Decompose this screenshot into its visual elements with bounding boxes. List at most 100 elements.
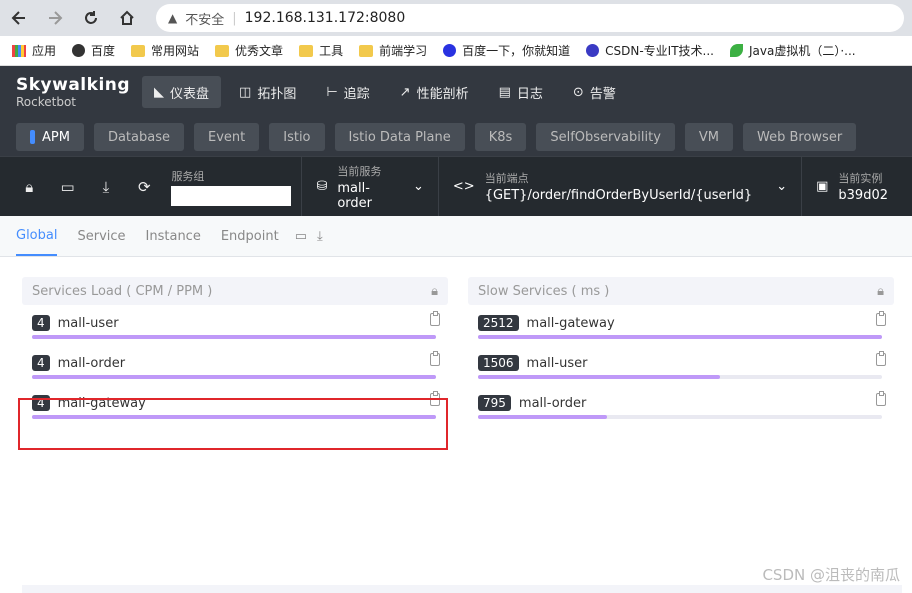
value-badge: 1506 xyxy=(478,355,519,371)
bookmark-java[interactable]: Java虚拟机（二）·... xyxy=(729,42,856,59)
url-text[interactable]: 192.168.131.172:8080 xyxy=(245,10,406,26)
address-bar[interactable]: ▲ 不安全 | 192.168.131.172:8080 xyxy=(156,4,904,32)
instance-value: b39d02 xyxy=(838,188,888,203)
clipboard-icon[interactable] xyxy=(430,311,440,326)
home-icon[interactable] xyxy=(116,7,138,29)
group-input[interactable] xyxy=(171,185,292,206)
layer-event[interactable]: Event xyxy=(193,123,260,151)
bookmark-baidu-search[interactable]: 百度一下，你就知道 xyxy=(443,42,570,59)
back-arrow-icon[interactable] xyxy=(8,7,30,29)
bar-fill xyxy=(32,375,436,379)
dashboard-content: Services Load ( CPM / PPM ) 🔒︎ 4 mall-use… xyxy=(0,257,912,425)
layer-istio-data-plane[interactable]: Istio Data Plane xyxy=(334,123,465,151)
clipboard-icon[interactable] xyxy=(430,391,440,406)
nav-label: 仪表盘 xyxy=(170,86,210,102)
bookmark-csdn[interactable]: CSDN-专业IT技术... xyxy=(586,42,714,59)
insecure-label: 不安全 xyxy=(185,12,225,28)
bar-fill xyxy=(32,415,436,419)
bookmark-folder-articles[interactable]: 优秀文章 xyxy=(215,42,283,59)
bookmark-folder-frontend[interactable]: 前端学习 xyxy=(359,42,427,59)
value-badge: 4 xyxy=(32,355,50,371)
bookmark-label: 百度一下，你就知道 xyxy=(462,44,571,58)
list-item[interactable]: 795 mall-order xyxy=(468,385,894,425)
service-name: mall-gateway xyxy=(57,395,146,411)
instance-selector[interactable]: ▣ 当前实例 b39d02 xyxy=(801,157,902,216)
clipboard-icon[interactable] xyxy=(876,311,886,326)
bookmark-label: CSDN-专业IT技术... xyxy=(605,44,714,58)
lock-icon[interactable]: 🔒︎ xyxy=(10,165,48,209)
layer-k8s[interactable]: K8s xyxy=(474,123,527,151)
service-name: mall-order xyxy=(518,395,587,411)
nav-dashboard[interactable]: ◣ 仪表盘 xyxy=(142,76,222,108)
nav-profile[interactable]: ↗ 性能剖析 xyxy=(388,76,481,108)
panel-header: Services Load ( CPM / PPM ) 🔒︎ xyxy=(22,277,448,305)
lock-icon[interactable]: 🔒︎ xyxy=(877,284,884,299)
folder-open-icon[interactable]: ▭ xyxy=(48,165,86,209)
code-icon: <> xyxy=(452,179,475,194)
bar-track xyxy=(478,375,882,379)
panel-title: Services Load ( CPM / PPM ) xyxy=(32,283,213,299)
tab-global[interactable]: Global xyxy=(16,216,58,256)
tab-service[interactable]: Service xyxy=(77,216,125,256)
service-value: mall-order xyxy=(337,180,373,211)
lock-icon[interactable]: 🔒︎ xyxy=(431,284,438,299)
refresh-icon[interactable]: ⟳ xyxy=(125,165,163,209)
bookmark-label: 常用网站 xyxy=(151,44,200,58)
main-nav: ◣ 仪表盘 ◫ 拓扑图 ⊢ 追踪 ↗ 性能剖析 ▤ 日志 ⊙ 告警 xyxy=(142,76,628,108)
clipboard-icon[interactable] xyxy=(876,351,886,366)
tab-instance[interactable]: Instance xyxy=(146,216,201,256)
layer-apm[interactable]: APM xyxy=(16,123,84,151)
nav-label: 性能剖析 xyxy=(416,86,469,102)
layer-label: Istio Data Plane xyxy=(348,129,451,145)
layer-self-observability[interactable]: SelfObservability xyxy=(536,123,675,151)
folder-icon[interactable]: ▭ xyxy=(295,229,307,244)
nav-alarm[interactable]: ⊙ 告警 xyxy=(561,76,628,108)
list-item[interactable]: 2512 mall-gateway xyxy=(468,305,894,345)
bookmark-apps[interactable]: 应用 xyxy=(12,42,56,59)
app-header: Skywalking Rocketbot ◣ 仪表盘 ◫ 拓扑图 ⊢ 追踪 ↗ 性能剖析… xyxy=(0,66,912,118)
folder-icon xyxy=(299,44,314,57)
list-item[interactable]: 4 mall-gateway xyxy=(22,385,448,425)
bookmark-folder-common[interactable]: 常用网站 xyxy=(131,42,199,59)
reload-icon[interactable] xyxy=(80,7,102,29)
download-icon[interactable]: ⤓ xyxy=(87,165,125,209)
layer-web-browser[interactable]: Web Browser xyxy=(743,123,857,151)
bar-track xyxy=(32,375,436,379)
skywalking-logo[interactable]: Skywalking Rocketbot xyxy=(16,76,136,108)
list-item[interactable]: 4 mall-order xyxy=(22,345,448,385)
nav-topology[interactable]: ◫ 拓扑图 xyxy=(227,76,308,108)
service-selector[interactable]: ⛁ 当前服务 mall-order ⌄ xyxy=(301,157,437,216)
group-selector: 服务组 xyxy=(163,168,301,206)
tab-endpoint[interactable]: Endpoint xyxy=(221,216,279,256)
forward-arrow-icon[interactable] xyxy=(44,7,66,29)
log-icon: ▤ xyxy=(498,84,511,100)
nav-log[interactable]: ▤ 日志 xyxy=(487,76,555,108)
panel-title: Slow Services ( ms ) xyxy=(478,283,610,299)
bookmark-baidu[interactable]: 百度 xyxy=(72,42,115,59)
layer-istio[interactable]: Istio xyxy=(269,123,325,151)
value-badge: 2512 xyxy=(478,315,519,331)
alarm-icon: ⊙ xyxy=(572,84,584,100)
folder-icon xyxy=(131,44,146,57)
clipboard-icon[interactable] xyxy=(876,391,886,406)
endpoint-selector[interactable]: <> 当前端点 {GET}/order/findOrderByUserId/{u… xyxy=(437,157,801,216)
clipboard-icon[interactable] xyxy=(430,351,440,366)
service-name: mall-user xyxy=(526,355,588,371)
nav-label: 拓扑图 xyxy=(257,86,297,102)
list-item[interactable]: 1506 mall-user xyxy=(468,345,894,385)
layer-label: VM xyxy=(698,129,720,145)
layer-database[interactable]: Database xyxy=(93,123,184,151)
service-name: mall-user xyxy=(57,315,119,331)
chevron-down-icon: ⌄ xyxy=(412,179,424,194)
watermark: CSDN @沮丧的南瓜 xyxy=(762,566,900,584)
layer-label: APM xyxy=(42,129,70,145)
chevron-down-icon: ⌄ xyxy=(776,179,788,194)
dashboard-toolbar: 🔒︎ ▭ ⤓ ⟳ 服务组 ⛁ 当前服务 mall-order ⌄ <> 当前端点… xyxy=(0,156,912,216)
layer-label: Istio xyxy=(283,129,311,145)
nav-trace[interactable]: ⊢ 追踪 xyxy=(314,76,381,108)
list-item[interactable]: 4 mall-user xyxy=(22,305,448,345)
nav-label: 日志 xyxy=(516,86,543,102)
bookmark-folder-tools[interactable]: 工具 xyxy=(299,42,343,59)
layer-vm[interactable]: VM xyxy=(684,123,734,151)
download-icon[interactable]: ⤓ xyxy=(317,229,323,244)
